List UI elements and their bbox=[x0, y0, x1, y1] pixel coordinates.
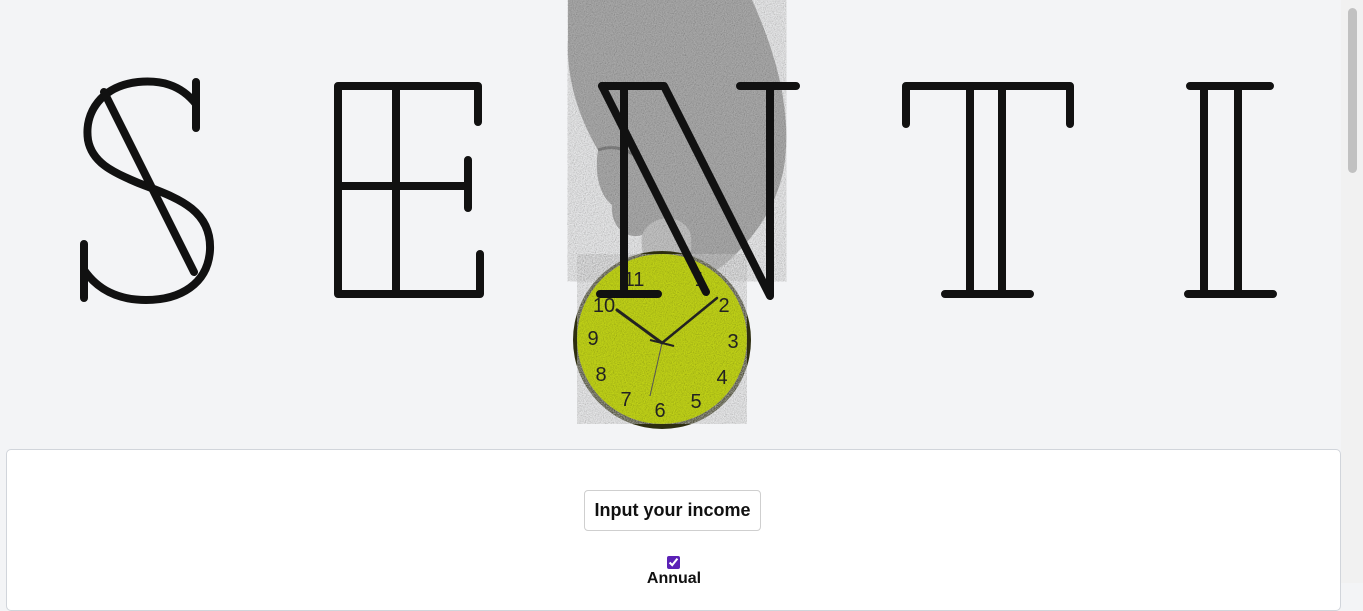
clock-number: 7 bbox=[620, 389, 631, 411]
clock-number: 10 bbox=[593, 295, 615, 317]
letter-t bbox=[902, 82, 1074, 298]
annual-checkbox[interactable] bbox=[667, 556, 680, 569]
input-income-button[interactable]: Input your income bbox=[584, 490, 761, 531]
clock-number: 5 bbox=[690, 391, 701, 413]
clock-number: 9 bbox=[587, 328, 598, 350]
hero-banner: 11 12345678910 bbox=[80, 0, 1277, 429]
clock-number: 6 bbox=[654, 400, 665, 422]
page-scrollbar[interactable] bbox=[1341, 0, 1363, 583]
clock-number: 8 bbox=[595, 364, 606, 386]
scrollbar-thumb[interactable] bbox=[1348, 8, 1357, 173]
letter-i bbox=[1184, 82, 1277, 298]
clock-number: 2 bbox=[718, 295, 729, 317]
annual-label: Annual bbox=[646, 570, 702, 587]
clock-number: 4 bbox=[716, 367, 727, 389]
clock-number: 3 bbox=[727, 331, 738, 353]
letter-e bbox=[334, 82, 484, 298]
letter-s bbox=[80, 77, 215, 304]
income-panel: Input your income Annual bbox=[6, 449, 1341, 611]
clock-illustration: 11 12345678910 bbox=[573, 251, 751, 429]
